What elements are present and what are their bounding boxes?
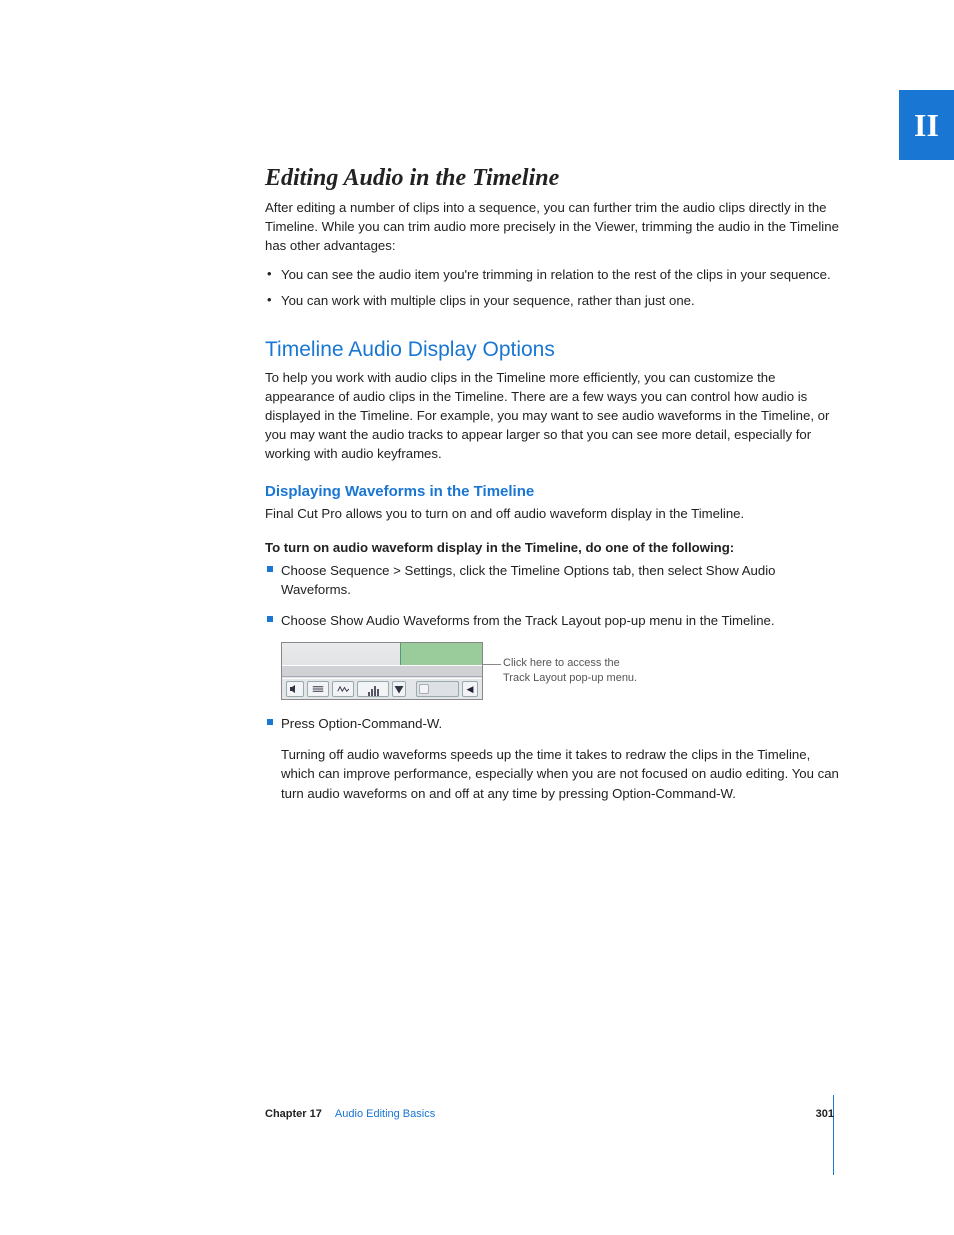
lines-icon <box>307 681 329 697</box>
content-column: Editing Audio in the Timeline After edit… <box>265 165 840 803</box>
footer-page-number: 301 <box>816 1108 834 1120</box>
scroll-left-icon: ◀ <box>462 681 478 697</box>
footer-chapter-title: Audio Editing Basics <box>335 1108 435 1120</box>
speaker-icon <box>286 681 304 697</box>
step-3: Press Option-Command-W. <box>265 714 840 733</box>
intro-bullet-1: You can see the audio item you're trimmi… <box>265 265 840 284</box>
page-heading: Editing Audio in the Timeline <box>265 165 840 192</box>
step-1: Choose Sequence > Settings, click the Ti… <box>265 561 840 599</box>
section-body: To help you work with audio clips in the… <box>265 368 840 464</box>
timeline-figure: ◀ <box>281 642 483 700</box>
figure-row: ◀ Click here to access the Track Layout … <box>281 642 840 700</box>
track-layout-popup-icon <box>392 681 406 697</box>
footer-chapter-label: Chapter 17 <box>265 1108 322 1120</box>
scrollbar-icon <box>416 681 459 697</box>
section-heading: Timeline Audio Display Options <box>265 338 840 362</box>
intro-paragraph: After editing a number of clips into a s… <box>265 198 840 255</box>
steps-list-cont: Press Option-Command-W. <box>265 714 840 733</box>
subsection-body: Final Cut Pro allows you to turn on and … <box>265 504 840 523</box>
step-2: Choose Show Audio Waveforms from the Tra… <box>265 611 840 630</box>
page-footer: Chapter 17 Audio Editing Basics 301 <box>265 1108 834 1120</box>
waveform-icon <box>332 681 354 697</box>
side-rule <box>833 1095 834 1175</box>
section-tab: II <box>899 90 954 160</box>
steps-lead: To turn on audio waveform display in the… <box>265 538 840 557</box>
subsection-heading: Displaying Waveforms in the Timeline <box>265 483 840 500</box>
figure-callout: Click here to access the Track Layout po… <box>503 656 643 686</box>
timeline-clip <box>400 643 482 666</box>
intro-bullet-list: You can see the audio item you're trimmi… <box>265 265 840 309</box>
track-layout-icon <box>357 681 389 697</box>
intro-bullet-2: You can work with multiple clips in your… <box>265 291 840 310</box>
closing-paragraph: Turning off audio waveforms speeds up th… <box>281 745 840 802</box>
timeline-ruler <box>282 665 482 677</box>
timeline-toolbar: ◀ <box>282 678 482 699</box>
steps-list: Choose Sequence > Settings, click the Ti… <box>265 561 840 630</box>
